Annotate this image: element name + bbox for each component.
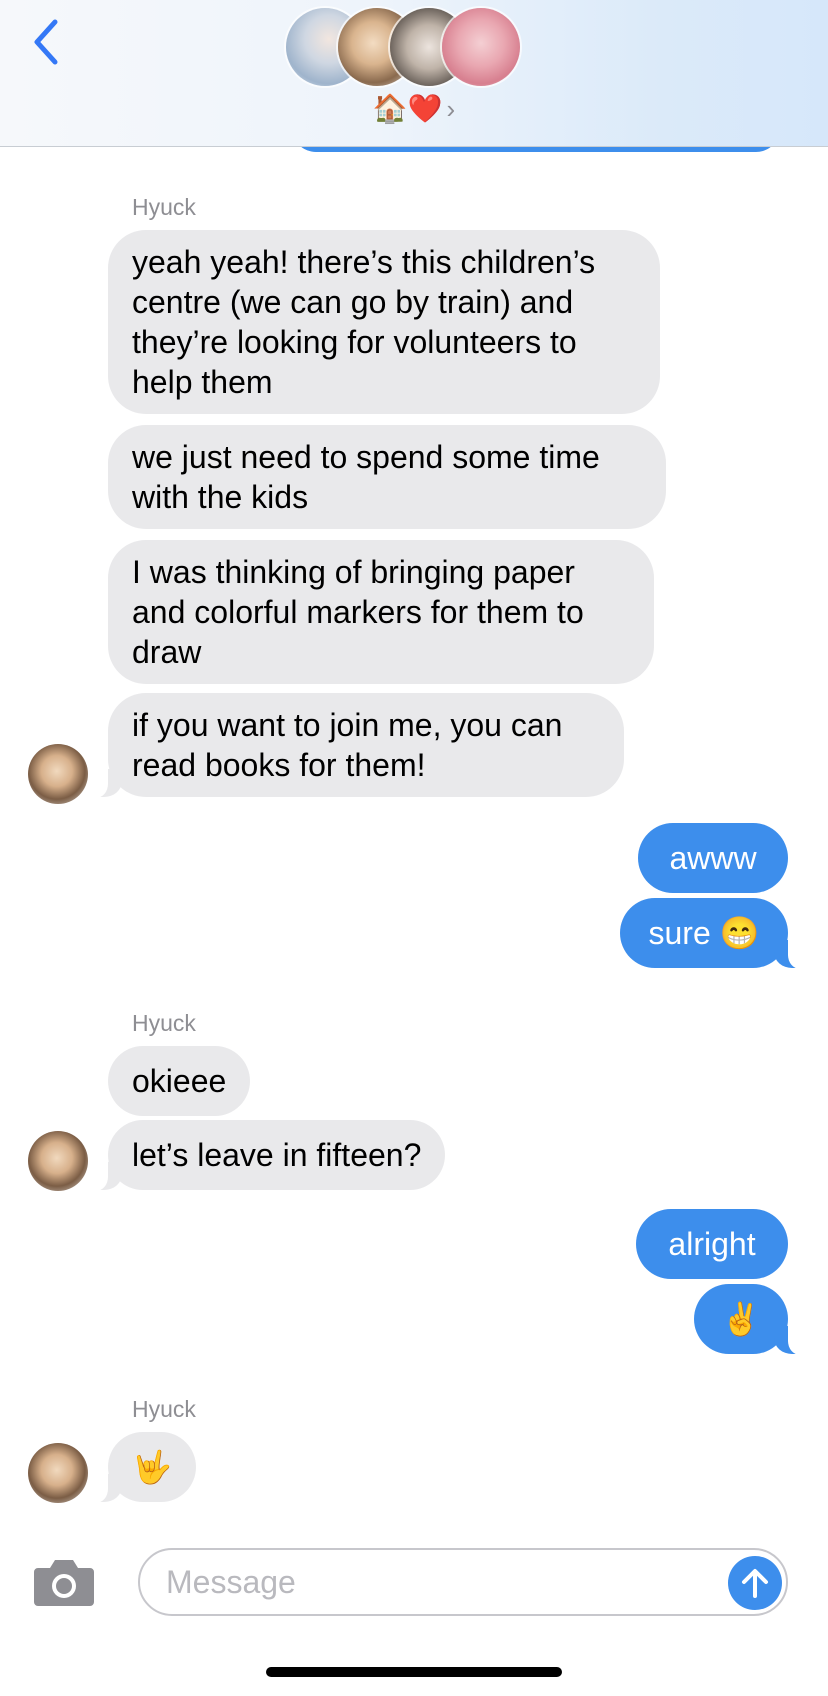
avatar[interactable] [28,744,88,804]
outgoing-message[interactable]: ✌️ [694,1284,808,1355]
incoming-message[interactable]: if you want to join me, you can read boo… [88,693,624,798]
conversation-header: 🏠❤️ › [0,0,828,147]
outgoing-message[interactable]: alright [636,1209,788,1279]
incoming-message[interactable]: yeah yeah! there’s this children’s centr… [108,230,660,414]
avatar[interactable] [28,1443,88,1503]
sender-name: Hyuck [132,1396,196,1422]
sender-name: Hyuck [132,1010,196,1036]
arrow-up-icon [742,1569,768,1598]
avatar [442,8,520,86]
camera-button[interactable] [32,1556,96,1608]
home-indicator [266,1667,562,1677]
chevron-left-icon [34,19,58,65]
message-input[interactable] [138,1548,788,1616]
incoming-message[interactable]: we just need to spend some time with the… [108,425,666,529]
incoming-message[interactable]: I was thinking of bringing paper and col… [108,540,654,684]
incoming-message[interactable]: let’s leave in fifteen? [87,1120,446,1191]
send-button[interactable] [728,1556,782,1610]
incoming-message[interactable]: 🤟 [88,1432,196,1503]
camera-icon [34,1560,94,1606]
outgoing-message[interactable]: awww [638,823,788,893]
incoming-message[interactable]: okieee [108,1046,251,1116]
group-name-button[interactable]: 🏠❤️ › [0,92,828,126]
chevron-right-icon: › [446,94,456,124]
back-button[interactable] [26,14,66,70]
avatar[interactable] [28,1131,88,1191]
group-avatars[interactable] [286,8,546,90]
sender-name: Hyuck [132,194,196,220]
group-name: 🏠❤️ [372,93,443,124]
outgoing-message[interactable]: sure 😁 [620,898,808,969]
